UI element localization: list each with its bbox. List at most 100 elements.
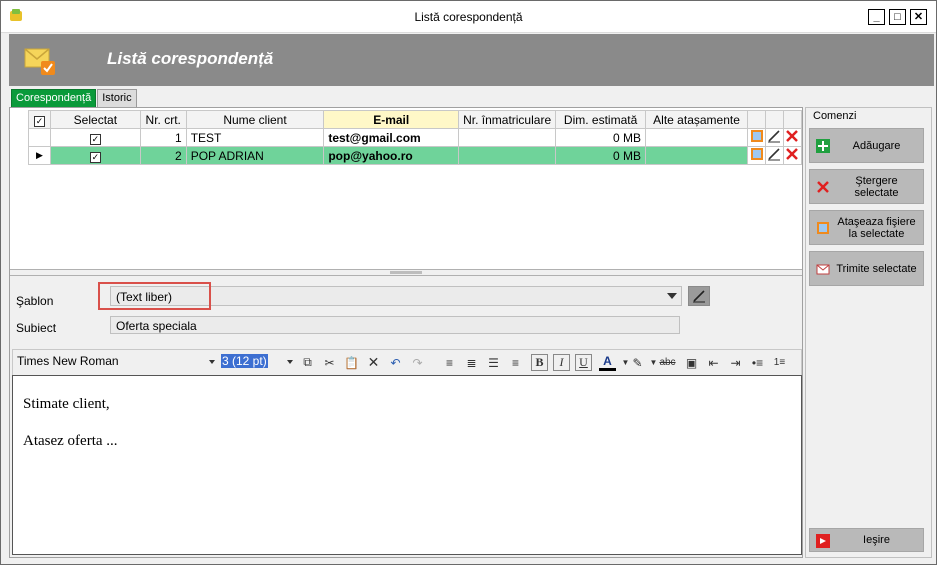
row-checkbox[interactable]: ✓	[89, 133, 101, 145]
row-name[interactable]: TEST	[185, 128, 325, 147]
subject-value: Oferta speciala	[116, 319, 197, 333]
close-button[interactable]: ✕	[910, 9, 927, 25]
attach-files-label: Ataşeaza fişiere la selectate	[837, 215, 916, 240]
underline-icon[interactable]: U	[575, 354, 592, 371]
send-selected-label: Trimite selectate	[836, 262, 917, 275]
tab-istoric[interactable]: Istoric	[97, 89, 137, 107]
row-plate[interactable]	[458, 146, 557, 165]
attach-files-button[interactable]: Ataşeaza fişiere la selectate	[809, 210, 924, 245]
splitter-grip[interactable]	[390, 271, 422, 274]
row-email[interactable]: test@gmail.com	[323, 128, 460, 147]
redo-icon[interactable]: ↷	[409, 354, 426, 371]
row-select-cell[interactable]: ✓	[49, 146, 141, 165]
delete-text-icon[interactable]: ✕	[365, 354, 382, 371]
highlight-color-icon[interactable]: ✎	[629, 354, 646, 371]
editor-line-greeting: Stimate client,	[23, 396, 110, 412]
row-plate[interactable]	[458, 128, 557, 147]
row-email[interactable]: pop@yahoo.ro	[323, 146, 460, 165]
align-justify-icon[interactable]: ≣	[463, 354, 480, 371]
commands-group-title: Comenzi	[811, 110, 859, 122]
header-banner: Listă corespondență	[9, 34, 934, 86]
attach-file-icon	[750, 130, 763, 142]
column-header-size[interactable]: Dim. estimată	[555, 110, 647, 129]
column-header-plate[interactable]: Nr. înmatriculare	[458, 110, 557, 129]
row-checkbox[interactable]: ✓	[89, 151, 101, 163]
editor-toolbar: Times New Roman 3 (12 pt) ⧉ ✂ 📋 ✕ ↶ ↷ ≡ …	[12, 349, 802, 375]
paste-icon[interactable]: 📋	[343, 354, 360, 371]
pencil-icon	[768, 130, 781, 143]
edit-template-button[interactable]	[688, 286, 710, 306]
editor-line-body: Atasez oferta ...	[23, 433, 118, 449]
exit-icon	[816, 534, 830, 548]
italic-icon[interactable]: I	[553, 354, 570, 371]
align-right-icon[interactable]: ≡	[507, 354, 524, 371]
delete-selected-label: Ştergere selectate	[854, 174, 899, 199]
row-select-cell[interactable]: ✓	[49, 128, 141, 147]
column-header-delete-action	[782, 110, 803, 129]
column-header-selectat[interactable]: Selectat	[49, 110, 141, 129]
edit-row-button[interactable]	[764, 128, 784, 147]
select-all-cell[interactable]: ✓	[28, 110, 51, 129]
commands-panel: Comenzi Adăugare Ştergere selectate Ataş…	[805, 107, 932, 558]
font-family-value: Times New Roman	[17, 354, 119, 368]
delete-row-button[interactable]	[782, 128, 803, 147]
pencil-icon	[693, 290, 705, 303]
column-header-edit-action	[764, 110, 784, 129]
strikethrough-icon[interactable]: abc	[659, 354, 676, 371]
add-icon	[816, 139, 830, 153]
align-left-icon[interactable]: ☰	[485, 354, 502, 371]
attach-file-icon	[817, 222, 829, 234]
subject-input[interactable]: Oferta speciala	[110, 316, 680, 334]
attach-file-button[interactable]	[747, 146, 766, 165]
font-size-select[interactable]: 3 (12 pt)	[221, 354, 293, 371]
indent-icon[interactable]: ⇥	[727, 354, 744, 371]
align-center-icon[interactable]: ≡	[441, 354, 458, 371]
attach-file-icon	[750, 148, 763, 160]
outdent-icon[interactable]: ⇤	[705, 354, 722, 371]
bullet-list-icon[interactable]: •≡	[749, 354, 766, 371]
chevron-down-icon[interactable]	[209, 360, 215, 364]
minimize-button[interactable]: _	[868, 9, 885, 25]
bold-icon[interactable]: B	[531, 354, 548, 371]
row-size: 0 MB	[555, 128, 647, 147]
panel-splitter[interactable]	[10, 270, 802, 276]
row-nr: 1	[139, 128, 187, 147]
column-header-attach-action	[747, 110, 766, 129]
attach-file-button[interactable]	[747, 128, 766, 147]
table-row[interactable]: ▶ ✓ 2 POP ADRIAN pop@yahoo.ro 0 MB	[28, 146, 803, 165]
select-all-checkbox[interactable]: ✓	[33, 115, 45, 127]
chevron-down-icon[interactable]	[667, 293, 677, 299]
row-nr: 2	[139, 146, 187, 165]
delete-row-button[interactable]	[782, 146, 803, 165]
send-selected-button[interactable]: Trimite selectate	[809, 251, 924, 286]
edit-row-button[interactable]	[764, 146, 784, 165]
pencil-icon	[768, 148, 781, 161]
numbered-list-icon[interactable]: 1≡	[771, 354, 788, 371]
insert-image-icon[interactable]: ▣	[683, 354, 700, 371]
column-header-nr[interactable]: Nr. crt.	[139, 110, 187, 129]
font-family-select[interactable]: Times New Roman	[17, 354, 215, 371]
maximize-button[interactable]: □	[889, 9, 906, 25]
chevron-down-icon[interactable]	[287, 360, 293, 364]
column-header-attachments[interactable]: Alte atașamente	[645, 110, 749, 129]
row-attachments[interactable]	[645, 146, 749, 165]
column-header-name[interactable]: Nume client	[185, 110, 325, 129]
exit-button[interactable]: Ieşire	[809, 528, 924, 552]
column-header-email[interactable]: E-mail	[323, 110, 460, 129]
undo-icon[interactable]: ↶	[387, 354, 404, 371]
banner-title: Listă corespondență	[107, 49, 274, 68]
delete-selected-button[interactable]: Ştergere selectate	[809, 169, 924, 204]
add-button[interactable]: Adăugare	[809, 128, 924, 163]
title-bar: Listă corespondență _ □ ✕	[1, 1, 936, 33]
font-color-icon[interactable]: A	[599, 354, 616, 371]
row-attachments[interactable]	[645, 128, 749, 147]
content-panel: ✓ Selectat Nr. crt. Nume client E-mail N…	[9, 107, 803, 558]
row-indicator-cell	[28, 128, 51, 147]
row-name[interactable]: POP ADRIAN	[185, 146, 325, 165]
copy-icon[interactable]: ⧉	[299, 354, 316, 371]
message-editor[interactable]: Stimate client, Atasez oferta ...	[12, 375, 802, 555]
table-row[interactable]: ✓ 1 TEST test@gmail.com 0 MB	[28, 128, 803, 147]
cut-icon[interactable]: ✂	[321, 354, 338, 371]
tab-corespondenta[interactable]: Corespondență	[11, 89, 97, 107]
table-header-row: ✓ Selectat Nr. crt. Nume client E-mail N…	[28, 110, 803, 129]
